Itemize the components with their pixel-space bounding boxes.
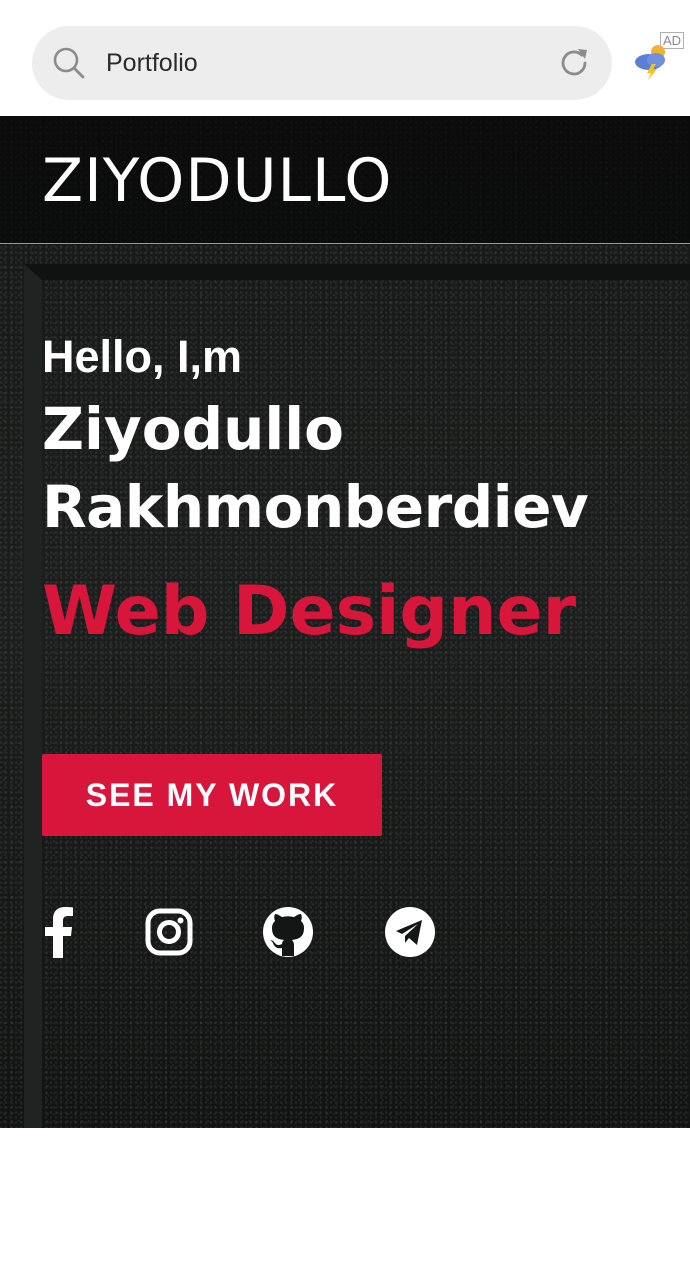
- hero-name-first: Ziyodullo: [42, 395, 345, 463]
- hero-frame: [24, 264, 690, 1128]
- hero-greeting: Hello, I,m: [42, 331, 243, 382]
- github-icon[interactable]: [262, 904, 314, 960]
- portfolio-page: ZIYODULLO Hello, I,m Ziyodullo Rakhmonbe…: [0, 116, 690, 1128]
- search-icon[interactable]: [52, 46, 86, 80]
- see-my-work-button[interactable]: SEE MY WORK: [42, 754, 382, 836]
- weather-icon[interactable]: [632, 40, 672, 80]
- reload-icon[interactable]: [556, 45, 592, 81]
- facebook-icon[interactable]: [40, 904, 76, 960]
- site-logo[interactable]: ZIYODULLO: [42, 146, 392, 216]
- ad-widget[interactable]: AD: [630, 32, 688, 84]
- telegram-icon[interactable]: [384, 904, 436, 960]
- browser-toolbar: Portfolio AD: [0, 0, 690, 116]
- site-header: ZIYODULLO: [0, 116, 690, 244]
- instagram-icon[interactable]: [144, 904, 194, 960]
- hero-name-last: Rakhmonberdiev: [42, 473, 589, 541]
- address-bar-text[interactable]: Portfolio: [106, 47, 198, 79]
- hero-role: Web Designer: [42, 572, 577, 651]
